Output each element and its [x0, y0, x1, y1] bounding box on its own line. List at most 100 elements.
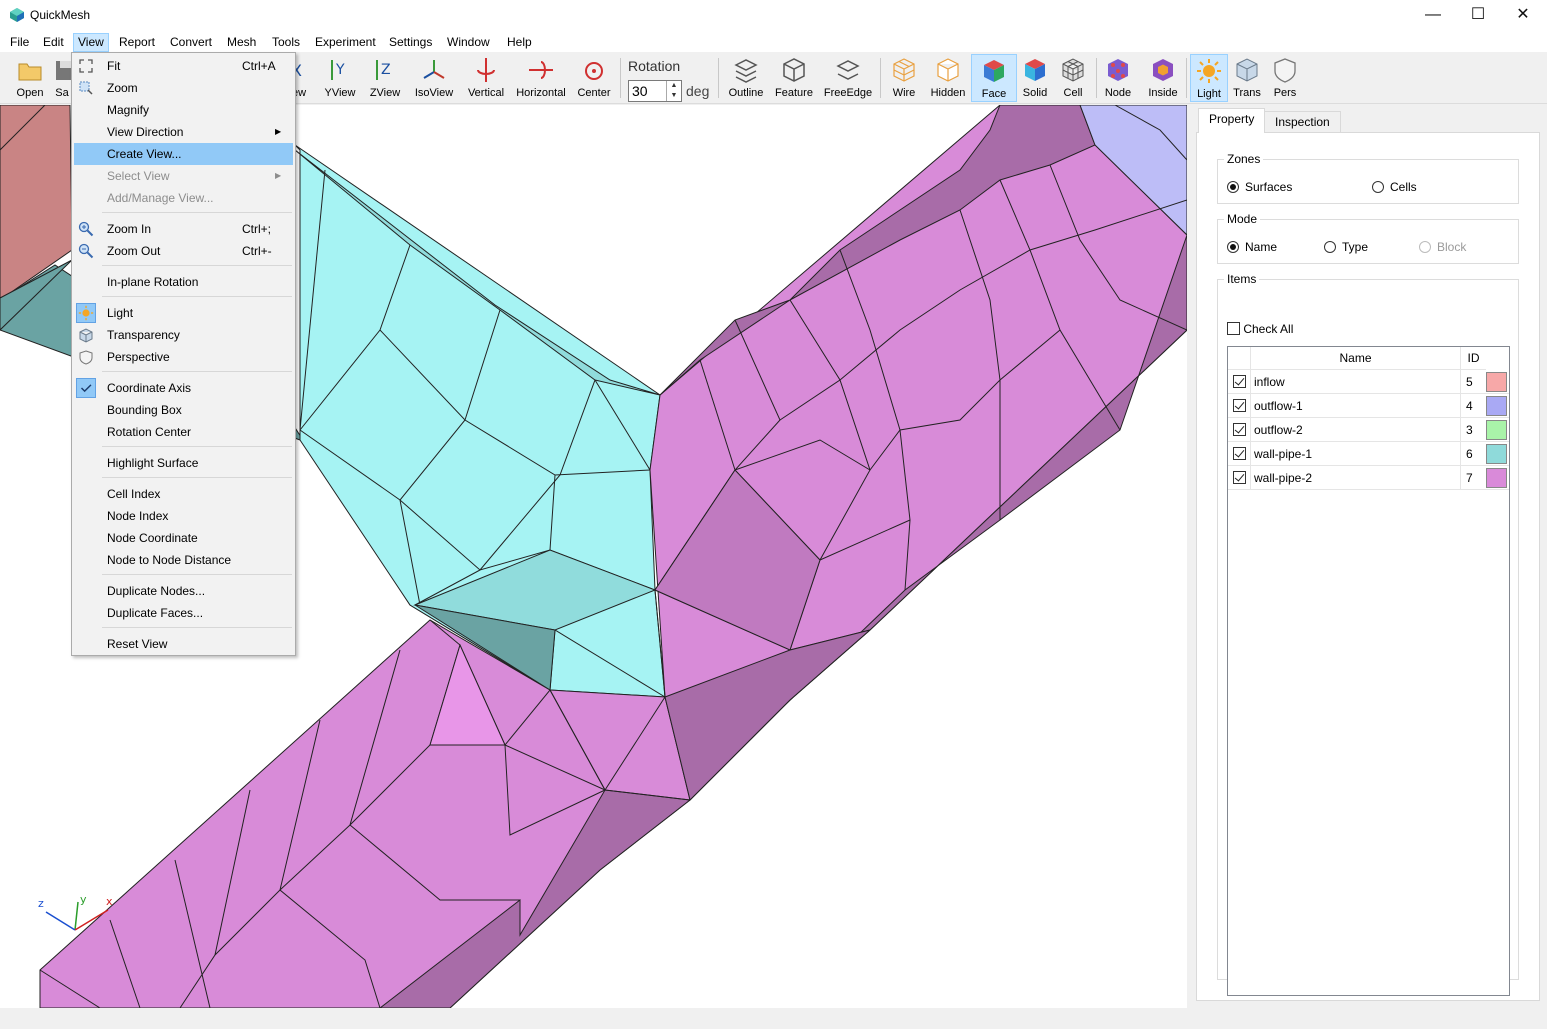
submenu-arrow-icon: ▶ [275, 171, 282, 180]
radio-type[interactable]: Type [1324, 240, 1368, 254]
menu-separator [102, 296, 292, 297]
isoview-label: IsoView [414, 87, 454, 99]
trans-button[interactable]: Trans [1230, 54, 1264, 102]
menu-item-bounding-box[interactable]: Bounding Box [74, 399, 293, 421]
menu-item-node-to-node-distance[interactable]: Node to Node Distance [74, 549, 293, 571]
wire-button[interactable]: Wire [886, 54, 922, 102]
items-title: Items [1224, 272, 1260, 286]
solid-button[interactable]: Solid [1018, 54, 1052, 102]
light-button[interactable]: Light [1190, 54, 1228, 102]
menu-item-rotation-center[interactable]: Rotation Center [74, 421, 293, 443]
menu-item-reset-view[interactable]: Reset View [74, 633, 293, 655]
menu-item-cell-index[interactable]: Cell Index [74, 483, 293, 505]
row-checkbox[interactable] [1232, 423, 1246, 436]
horizontal-button[interactable]: Horizontal [514, 54, 568, 102]
hidden-button[interactable]: Hidden [928, 54, 968, 102]
tab-property[interactable]: Property [1198, 108, 1266, 133]
radio-surfaces[interactable]: Surfaces [1227, 180, 1292, 194]
menu-edit[interactable]: Edit [39, 33, 68, 52]
row-checkbox[interactable] [1232, 399, 1246, 412]
table-row[interactable]: inflow 5 [1228, 370, 1509, 394]
row-color-swatch[interactable] [1486, 420, 1507, 440]
menu-tools[interactable]: Tools [268, 33, 304, 52]
menu-item-transparency[interactable]: Transparency [74, 324, 293, 346]
close-button[interactable]: ✕ [1500, 0, 1546, 31]
isoview-button[interactable]: IsoView [410, 54, 458, 102]
radio-cells[interactable]: Cells [1372, 180, 1417, 194]
menu-item-magnify[interactable]: Magnify [74, 99, 293, 121]
menu-item-light[interactable]: Light [74, 302, 293, 324]
menu-item-fit[interactable]: Fit Ctrl+A [74, 55, 293, 77]
menu-convert[interactable]: Convert [166, 33, 216, 52]
zones-group: Zones Surfaces Cells [1217, 152, 1519, 204]
table-header-name[interactable]: Name [1251, 347, 1461, 370]
check-all-checkbox[interactable]: Check All [1227, 322, 1293, 336]
menu-experiment[interactable]: Experiment [311, 33, 380, 52]
feature-button[interactable]: Feature [772, 54, 816, 102]
save-button[interactable]: Sa [52, 54, 72, 102]
open-button[interactable]: Open [10, 54, 50, 102]
rotation-unit: deg [686, 83, 710, 99]
panel-body: Zones Surfaces Cells Mode Name Type Bloc… [1196, 132, 1540, 1001]
isoview-icon [423, 60, 445, 79]
vertical-button[interactable]: Vertical [464, 54, 508, 102]
row-color-swatch[interactable] [1486, 444, 1507, 464]
maximize-button[interactable]: ☐ [1455, 0, 1501, 31]
table-row[interactable]: outflow-1 4 [1228, 394, 1509, 418]
table-row[interactable]: outflow-2 3 [1228, 418, 1509, 442]
svg-text:Z: Z [381, 62, 391, 78]
freeedge-button[interactable]: FreeEdge [822, 54, 874, 102]
node-button[interactable]: Node [1100, 54, 1136, 102]
cell-icon [1062, 58, 1084, 82]
table-row[interactable]: wall-pipe-1 6 [1228, 442, 1509, 466]
pers-button[interactable]: Pers [1268, 54, 1302, 102]
menu-item-create-view[interactable]: Create View... [74, 143, 293, 165]
cell-button[interactable]: Cell [1056, 54, 1090, 102]
yview-button[interactable]: Y YView [320, 54, 360, 102]
table-header-id[interactable]: ID [1461, 347, 1486, 370]
menu-item-zoom[interactable]: Zoom [74, 77, 293, 99]
minimize-button[interactable]: — [1410, 0, 1456, 31]
center-button[interactable]: Center [574, 54, 614, 102]
trans-icon [1236, 58, 1258, 82]
menu-item-highlight-surface[interactable]: Highlight Surface [74, 452, 293, 474]
zview-button[interactable]: Z ZView [365, 54, 405, 102]
menu-item-duplicate-faces[interactable]: Duplicate Faces... [74, 602, 293, 624]
menu-report[interactable]: Report [115, 33, 159, 52]
radio-name[interactable]: Name [1227, 240, 1277, 254]
axis-y-label: y [80, 893, 87, 906]
menu-item-view-direction[interactable]: View Direction ▶ [74, 121, 293, 143]
menu-item-zoom-out[interactable]: Zoom Out Ctrl+- [74, 240, 293, 262]
row-checkbox[interactable] [1232, 471, 1246, 484]
rotation-label: Rotation [628, 58, 681, 74]
row-color-swatch[interactable] [1486, 396, 1507, 416]
tab-inspection[interactable]: Inspection [1264, 111, 1341, 133]
face-icon [984, 60, 1004, 82]
face-button[interactable]: Face [971, 54, 1017, 102]
menu-settings[interactable]: Settings [385, 33, 436, 52]
menu-file[interactable]: File [6, 33, 33, 52]
table-row[interactable]: wall-pipe-2 7 [1228, 466, 1509, 490]
inside-label: Inside [1148, 87, 1178, 99]
zoom-in-icon [78, 221, 94, 237]
menu-item-coordinate-axis[interactable]: Coordinate Axis [74, 377, 293, 399]
trans-label: Trans [1233, 87, 1261, 99]
rotation-spinner[interactable]: ▲ ▼ [666, 81, 681, 101]
menu-help[interactable]: Help [503, 33, 536, 52]
menu-item-in-plane-rotation[interactable]: In-plane Rotation [74, 271, 293, 293]
inside-button[interactable]: Inside [1144, 54, 1182, 102]
row-color-swatch[interactable] [1486, 372, 1507, 392]
outline-button[interactable]: Outline [726, 54, 766, 102]
face-label: Face [981, 88, 1007, 100]
row-color-swatch[interactable] [1486, 468, 1507, 488]
menu-mesh[interactable]: Mesh [223, 33, 260, 52]
menu-view[interactable]: View [73, 33, 109, 52]
menu-item-zoom-in[interactable]: Zoom In Ctrl+; [74, 218, 293, 240]
menu-item-node-coordinate[interactable]: Node Coordinate [74, 527, 293, 549]
row-checkbox[interactable] [1232, 375, 1246, 388]
row-checkbox[interactable] [1232, 447, 1246, 460]
menu-window[interactable]: Window [443, 33, 494, 52]
menu-item-node-index[interactable]: Node Index [74, 505, 293, 527]
menu-item-perspective[interactable]: Perspective [74, 346, 293, 368]
menu-item-duplicate-nodes[interactable]: Duplicate Nodes... [74, 580, 293, 602]
